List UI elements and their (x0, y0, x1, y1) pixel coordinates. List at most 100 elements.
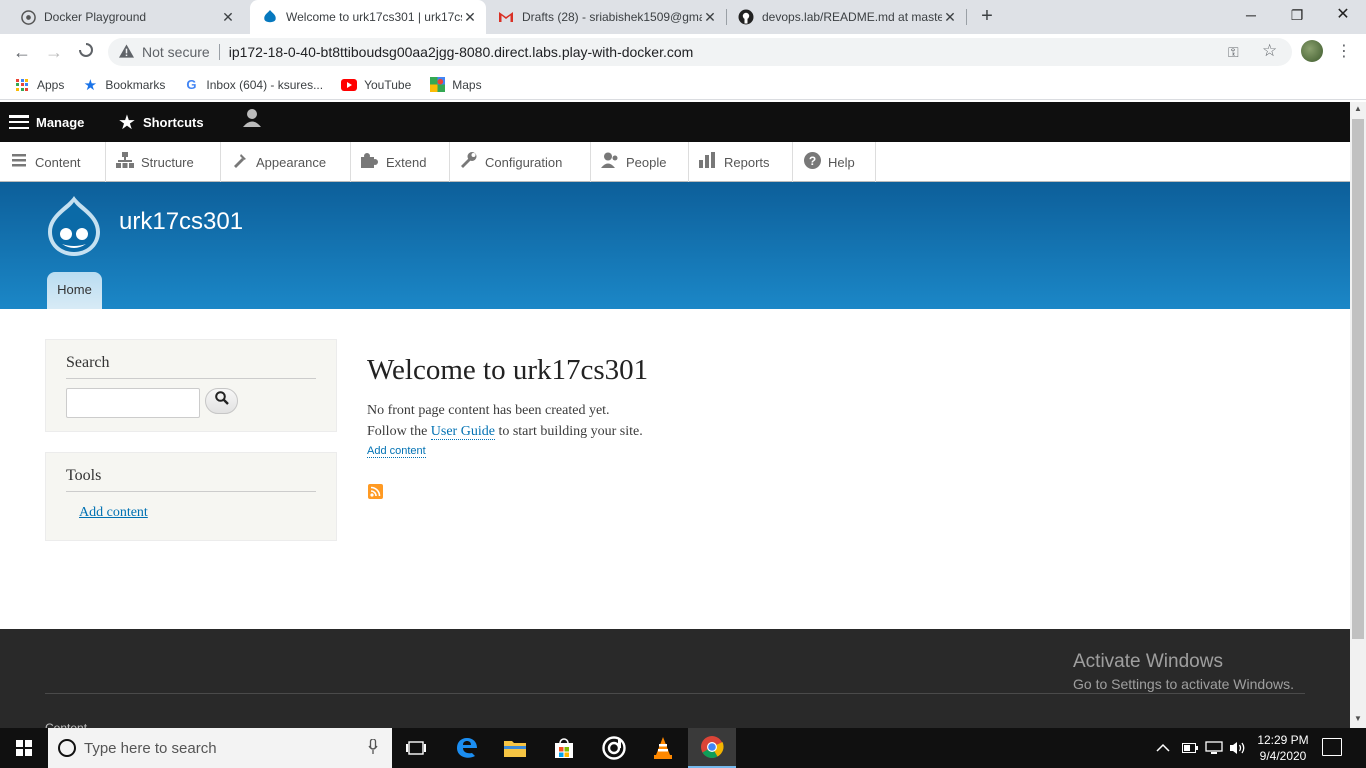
bookmark-label: Inbox (604) - ksures... (206, 77, 324, 92)
page-scrollbar[interactable]: ▲ ▼ (1350, 102, 1366, 728)
clock-date: 9/4/2020 (1259, 749, 1307, 763)
user-guide-link[interactable]: User Guide (430, 424, 495, 440)
notification-center-icon[interactable] (1322, 738, 1342, 756)
content-line-2: Follow the User Guide to start building … (367, 421, 648, 442)
star-icon: ★ (118, 111, 136, 134)
tab-separator (966, 9, 967, 25)
volume-icon[interactable] (1229, 728, 1247, 768)
tray-item-structure[interactable]: Structure (106, 142, 221, 182)
cortana-icon (58, 739, 76, 757)
close-icon[interactable]: ✕ (702, 9, 718, 26)
github-icon (738, 9, 754, 25)
search-button[interactable] (205, 388, 238, 414)
tray-item-configuration[interactable]: Configuration (450, 142, 591, 182)
start-button[interactable] (0, 728, 48, 768)
docker-icon (20, 9, 36, 25)
microphone-icon[interactable] (368, 738, 378, 758)
apps-grid-icon (14, 77, 30, 93)
shortcuts-button[interactable]: ★ Shortcuts (118, 102, 204, 142)
store-icon[interactable] (540, 728, 588, 768)
not-secure-label[interactable]: Not secure (142, 44, 210, 60)
browser-menu-icon[interactable]: ⋮ (1336, 41, 1352, 61)
help-icon: ? (803, 151, 821, 173)
tab-title: Docker Playground (44, 10, 147, 24)
tab-github-readme[interactable]: devops.lab/README.md at master ✕ (726, 0, 966, 34)
gmail-icon (498, 9, 514, 25)
show-hidden-icons[interactable] (1156, 728, 1170, 768)
restore-button[interactable]: ❐ (1274, 0, 1320, 30)
minimize-button[interactable]: ─ (1228, 0, 1274, 30)
tray-item-people[interactable]: People (591, 142, 689, 182)
url-separator (218, 44, 220, 60)
page-title: Welcome to urk17cs301 (367, 354, 649, 386)
new-tab-button[interactable]: + (976, 5, 998, 29)
taskbar-clock[interactable]: 12:29 PM 9/4/2020 (1250, 732, 1316, 764)
close-icon[interactable]: ✕ (220, 9, 236, 26)
user-button[interactable] (242, 98, 262, 138)
tab-gmail-drafts[interactable]: Drafts (28) - sriabishek1509@gmail.com ✕ (486, 0, 726, 34)
bookmark-youtube[interactable]: YouTube (341, 77, 411, 93)
tab-title: devops.lab/README.md at master (762, 10, 942, 24)
scroll-up-arrow[interactable]: ▲ (1350, 104, 1366, 116)
watermark-title: Activate Windows (1073, 651, 1223, 672)
forward-button[interactable]: → (42, 40, 66, 64)
rss-feed-icon[interactable] (368, 484, 383, 499)
bookmark-inbox[interactable]: G Inbox (604) - ksures... (183, 77, 323, 93)
address-bar[interactable]: Not secure ip172-18-0-40-bt8ttiboudsg00a… (108, 38, 1292, 66)
bookmark-apps[interactable]: Apps (14, 77, 64, 93)
manage-button[interactable]: Manage (9, 102, 84, 142)
reload-button[interactable] (74, 40, 98, 64)
people-icon (601, 152, 619, 172)
vlc-icon[interactable] (639, 728, 687, 768)
tray-item-reports[interactable]: Reports (689, 142, 793, 182)
footer-divider (45, 693, 1305, 694)
tray-item-content[interactable]: Content (0, 142, 106, 182)
taskbar-search[interactable]: Type here to search (48, 728, 392, 768)
bookmark-label: Bookmarks (105, 77, 166, 92)
search-icon (214, 391, 229, 405)
tab-docker-playground[interactable]: Docker Playground ✕ (8, 0, 244, 34)
back-button[interactable]: ← (10, 40, 34, 64)
key-icon[interactable]: ⚿ (1228, 44, 1239, 61)
groove-music-icon[interactable] (590, 728, 638, 768)
scroll-down-arrow[interactable]: ▼ (1350, 714, 1366, 728)
add-content-link[interactable]: Add content (367, 445, 426, 458)
file-explorer-icon[interactable] (491, 728, 539, 768)
chrome-icon[interactable] (688, 728, 736, 768)
tab-welcome[interactable]: Welcome to urk17cs301 | urk17cs301 ✕ (250, 0, 486, 34)
drupal-toolbar-tray: Content Structure Appearance Extend Conf… (0, 142, 1350, 182)
tray-item-appearance[interactable]: Appearance (221, 142, 351, 182)
network-icon[interactable] (1205, 728, 1223, 768)
bookmark-bookmarks[interactable]: ★ Bookmarks (82, 76, 166, 94)
scroll-thumb[interactable] (1352, 119, 1364, 639)
tray-label: Structure (141, 154, 194, 170)
tray-item-extend[interactable]: Extend (351, 142, 450, 182)
tray-item-help[interactable]: ? Help (793, 142, 876, 182)
battery-icon[interactable] (1182, 728, 1198, 768)
close-icon[interactable]: ✕ (462, 9, 478, 26)
url-text[interactable]: ip172-18-0-40-bt8ttiboudsg00aa2jgg-8080.… (229, 44, 694, 60)
window-close-button[interactable]: ✕ (1320, 0, 1366, 30)
profile-avatar[interactable] (1301, 40, 1323, 62)
close-icon[interactable]: ✕ (942, 9, 958, 26)
bookmark-maps[interactable]: Maps (429, 77, 482, 93)
tray-label: Extend (386, 154, 427, 170)
line2-prefix: Follow the (367, 424, 431, 439)
star-icon: ★ (83, 76, 98, 94)
tab-title: Welcome to urk17cs301 | urk17cs301 (286, 10, 462, 24)
search-block-title: Search (66, 340, 316, 379)
task-view-icon[interactable] (392, 728, 440, 768)
main-content: Welcome to urk17cs301 No front page cont… (367, 354, 648, 458)
extend-icon (361, 152, 379, 172)
tray-label: Appearance (256, 154, 327, 170)
drupal-logo[interactable] (46, 194, 102, 258)
bookmark-star-icon[interactable]: ☆ (1262, 41, 1277, 61)
tools-block: Tools Add content (45, 452, 337, 541)
edge-icon[interactable] (443, 728, 491, 768)
clock-time: 12:29 PM (1257, 733, 1309, 747)
tools-add-content-link[interactable]: Add content (79, 505, 148, 521)
search-input[interactable] (66, 388, 200, 418)
tab-title: Drafts (28) - sriabishek1509@gmail.com (522, 10, 702, 24)
home-tab[interactable]: Home (47, 272, 102, 309)
site-name[interactable]: urk17cs301 (119, 208, 243, 236)
